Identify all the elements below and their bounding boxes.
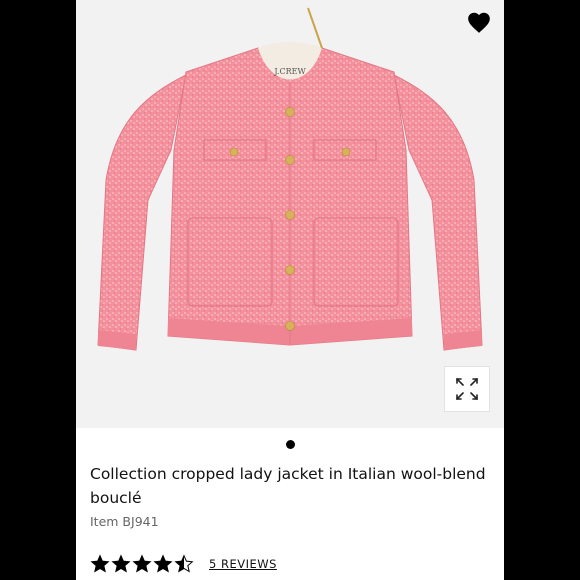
star-icon xyxy=(153,554,173,573)
star-icon xyxy=(111,554,131,573)
product-title: Collection cropped lady jacket in Italia… xyxy=(90,465,486,507)
item-number: Item BJ941 xyxy=(90,514,159,529)
star-icon xyxy=(174,554,194,573)
reviews-link[interactable]: 5 REVIEWS xyxy=(209,557,277,571)
product-image[interactable]: J.CREW xyxy=(76,0,504,428)
star-rating xyxy=(90,554,195,574)
carousel-indicator xyxy=(76,438,504,450)
star-icon xyxy=(90,554,110,573)
product-card: J.CREW Collection cropped lady jacket in… xyxy=(76,0,504,580)
heart-icon[interactable] xyxy=(466,10,492,34)
expand-icon[interactable] xyxy=(444,366,490,412)
brand-label: J.CREW xyxy=(273,67,306,76)
jacket-illustration: J.CREW xyxy=(97,7,483,351)
carousel-dot-active[interactable] xyxy=(285,439,295,449)
rating-row: 5 REVIEWS xyxy=(90,553,277,575)
star-icon xyxy=(132,554,152,573)
